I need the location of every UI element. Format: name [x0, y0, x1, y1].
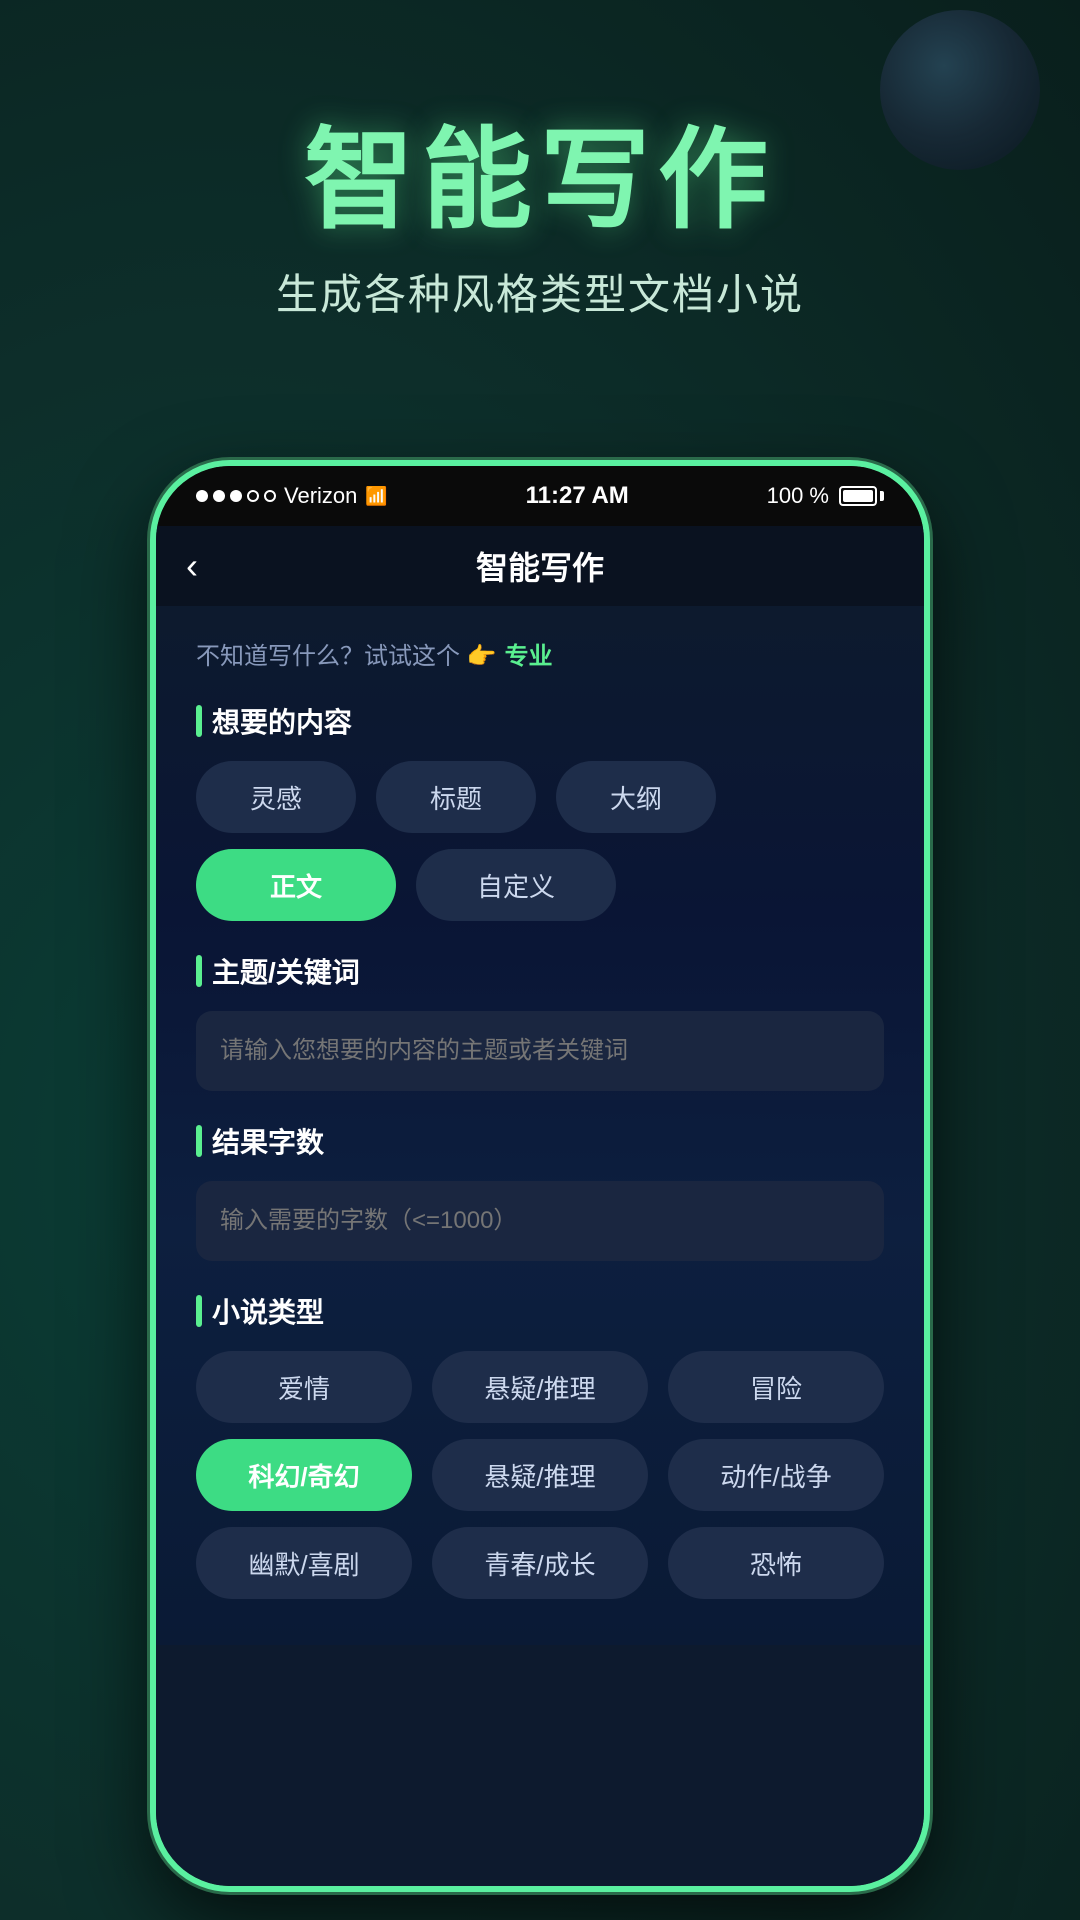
- wordcount-input[interactable]: [196, 1181, 884, 1261]
- tag-outline[interactable]: 大纲: [556, 761, 716, 833]
- content-type-row1: 灵感 标题 大纲: [196, 761, 884, 833]
- section-bar-theme: [196, 955, 202, 987]
- tag-inspiration[interactable]: 灵感: [196, 761, 356, 833]
- hint-row: 不知道写什么？试试这个 👉 专业: [196, 636, 884, 671]
- genre-row-1: 爱情 悬疑/推理 冒险: [196, 1351, 884, 1423]
- genre-comedy[interactable]: 幽默/喜剧: [196, 1527, 412, 1599]
- theme-section-label: 主题/关键词: [196, 951, 884, 991]
- dot4: [247, 490, 259, 502]
- hero-subtitle: 生成各种风格类型文档小说: [0, 261, 1080, 322]
- section-bar-genre: [196, 1295, 202, 1327]
- phone-mockup: Verizon 📶 11:27 AM 100 % ‹ 智能写作: [150, 460, 930, 1892]
- content-section-title: 想要的内容: [212, 701, 352, 741]
- dot2: [213, 490, 225, 502]
- tag-body[interactable]: 正文: [196, 849, 396, 921]
- status-right: 100 %: [767, 483, 884, 509]
- genre-row-3: 幽默/喜剧 青春/成长 恐怖: [196, 1527, 884, 1599]
- wordcount-section-label: 结果字数: [196, 1121, 884, 1161]
- genre-mystery2[interactable]: 悬疑/推理: [432, 1439, 648, 1511]
- battery-icon: [839, 486, 884, 506]
- hero-title: 智能写作: [0, 120, 1080, 241]
- nav-title: 智能写作: [476, 543, 604, 589]
- clock: 11:27 AM: [526, 482, 629, 510]
- genre-romance[interactable]: 爱情: [196, 1351, 412, 1423]
- genre-youth[interactable]: 青春/成长: [432, 1527, 648, 1599]
- status-bar: Verizon 📶 11:27 AM 100 %: [156, 466, 924, 526]
- hero-section: 智能写作 生成各种风格类型文档小说: [0, 120, 1080, 322]
- wordcount-section-title: 结果字数: [212, 1121, 324, 1161]
- genre-scifi[interactable]: 科幻/奇幻: [196, 1439, 412, 1511]
- genre-adventure[interactable]: 冒险: [668, 1351, 884, 1423]
- section-bar-indicator: [196, 705, 202, 737]
- wifi-icon: 📶: [365, 486, 387, 507]
- battery-body: [839, 486, 877, 506]
- dot5: [264, 490, 276, 502]
- section-bar-wordcount: [196, 1125, 202, 1157]
- content-type-row2: 正文 自定义: [196, 849, 884, 921]
- theme-section-title: 主题/关键词: [212, 951, 360, 991]
- signal-dots: [196, 490, 276, 502]
- tag-custom[interactable]: 自定义: [416, 849, 616, 921]
- nav-bar: ‹ 智能写作: [156, 526, 924, 606]
- dot1: [196, 490, 208, 502]
- scroll-content: 不知道写什么？试试这个 👉 专业 想要的内容 灵感 标题 大纲 正文 自定义: [156, 606, 924, 1645]
- genre-action[interactable]: 动作/战争: [668, 1439, 884, 1511]
- phone-frame: Verizon 📶 11:27 AM 100 % ‹ 智能写作: [150, 460, 930, 1892]
- tag-headline[interactable]: 标题: [376, 761, 536, 833]
- app-content: 不知道写什么？试试这个 👉 专业 想要的内容 灵感 标题 大纲 正文 自定义: [156, 606, 924, 1886]
- battery-tip: [880, 491, 884, 501]
- status-left: Verizon 📶: [196, 483, 388, 509]
- battery-fill: [843, 490, 873, 502]
- genre-horror[interactable]: 恐怖: [668, 1527, 884, 1599]
- hint-professional[interactable]: 专业: [505, 636, 553, 671]
- genre-row-2: 科幻/奇幻 悬疑/推理 动作/战争: [196, 1439, 884, 1511]
- genre-section-title: 小说类型: [212, 1291, 324, 1331]
- back-button[interactable]: ‹: [186, 545, 198, 587]
- carrier-label: Verizon: [284, 483, 357, 509]
- content-section-label: 想要的内容: [196, 701, 884, 741]
- genre-section-label: 小说类型: [196, 1291, 884, 1331]
- theme-input[interactable]: [196, 1011, 884, 1091]
- hint-text: 不知道写什么？试试这个 👉: [196, 636, 497, 671]
- genre-mystery1[interactable]: 悬疑/推理: [432, 1351, 648, 1423]
- battery-percent: 100 %: [767, 483, 829, 509]
- dot3: [230, 490, 242, 502]
